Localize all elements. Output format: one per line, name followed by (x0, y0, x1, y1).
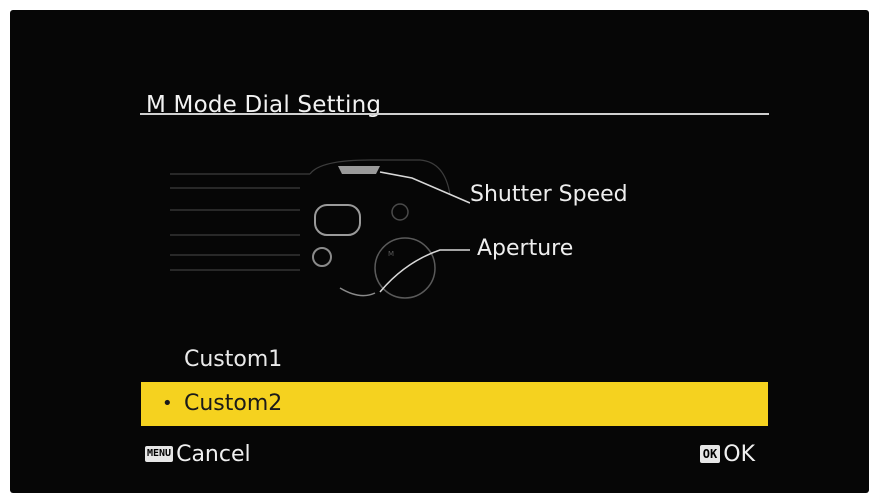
front-dial-arc (339, 287, 376, 297)
shutter-speed-leader (379, 171, 470, 204)
ok-label: OK (723, 441, 755, 467)
cancel-button[interactable]: MENU Cancel (145, 439, 251, 469)
option-custom2[interactable]: • Custom2 (141, 382, 768, 426)
option-label: Custom2 (184, 391, 283, 416)
selected-bullet: • (162, 393, 173, 414)
function-button-icon (314, 204, 361, 236)
option-custom1[interactable]: Custom1 (141, 338, 768, 382)
shutter-speed-label: Shutter Speed (470, 182, 628, 207)
option-label: Custom1 (184, 347, 283, 372)
menu-key-icon: MENU (145, 446, 174, 462)
ok-key-icon: OK (699, 445, 721, 463)
small-button-icon (312, 247, 332, 267)
shutter-speed-dial-icon (338, 166, 380, 174)
camera-screen: M Mode Dial Setting M Shutter Speed Aper… (10, 10, 869, 493)
title-divider (140, 113, 769, 115)
camera-top-diagram: M (170, 159, 470, 299)
aperture-label: Aperture (477, 236, 574, 261)
dial-button-icon (391, 203, 409, 221)
ok-button[interactable]: OK OK (699, 439, 755, 469)
cancel-label: Cancel (176, 441, 251, 467)
dial-mode-mark: M (388, 250, 394, 258)
